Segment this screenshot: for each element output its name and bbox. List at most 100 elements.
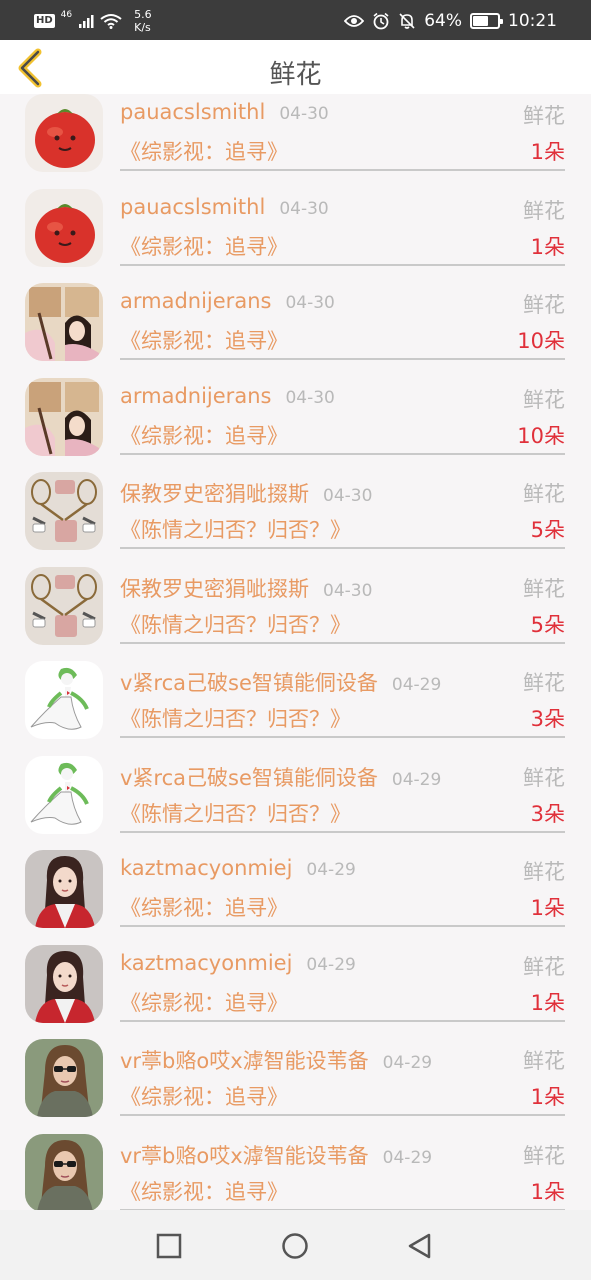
flower-count: 3朵	[530, 801, 565, 826]
flower-count: 5朵	[530, 612, 565, 637]
flower-count: 1朵	[530, 140, 565, 164]
gift-date: 04-29	[306, 954, 356, 975]
avatar[interactable]	[25, 661, 103, 739]
work-title[interactable]: 《陈情之归否？归否？》	[120, 609, 351, 639]
divider	[120, 641, 565, 644]
gift-type: 鲜花	[523, 1143, 565, 1168]
system-nav-bar	[0, 1210, 591, 1280]
triangle-back-icon	[408, 1233, 431, 1259]
sender-name-text: vr葶b赂o哎x滹智能设苇备	[120, 1143, 369, 1168]
work-title[interactable]: 《综影视：追寻》	[120, 136, 288, 166]
gift-type: 鲜花	[523, 860, 565, 884]
sender-name: v紧rca己破se智镇能侗设备 04-29	[120, 762, 441, 792]
gift-date: 04-30	[285, 293, 335, 313]
hd-badge: HD	[34, 14, 55, 28]
gift-type: 鲜花	[523, 198, 565, 223]
alarm-icon	[372, 12, 390, 30]
list-item[interactable]: v紧rca己破se智镇能侗设备 04-29 鲜花《陈情之归否？归否？》 3朵	[0, 661, 591, 756]
speed-value: 5.6	[134, 8, 152, 21]
list-item[interactable]: v紧rca己破se智镇能侗设备 04-29 鲜花《陈情之归否？归否？》 3朵	[0, 755, 591, 851]
sender-name-text: vr葶b赂o哎x滹智能设苇备	[120, 1049, 369, 1073]
page-title: 鲜花	[269, 60, 322, 90]
work-title[interactable]: 《综影视：追寻》	[120, 892, 288, 922]
list-item[interactable]: vr葶b赂o哎x滹智能设苇备 04-29 鲜花 《综影视：追寻》 1朵	[0, 1133, 591, 1210]
sender-name-text: kaztmacyonmiej	[120, 856, 293, 880]
battery-level	[473, 16, 489, 26]
sender-name: pauacslsmithl 04-30	[120, 100, 329, 124]
list-item[interactable]: 保教罗史密狷呲掇斯 04-30 鲜花《陈情之归否？归否？》 5朵	[0, 566, 591, 662]
gift-list[interactable]: pauacslsmithl 04-30 鲜花 《综影视：追寻》 1朵 pauacslsmi…	[0, 94, 591, 1210]
sender-name: 保教罗史密狷呲掇斯 04-30	[120, 478, 372, 508]
gift-type: 鲜花	[523, 671, 565, 695]
list-item[interactable]: kaztmacyonmiej 04-29 鲜花 《综影视：追寻》 1朵	[0, 850, 591, 945]
gift-type: 鲜花	[523, 954, 565, 979]
gift-date: 04-30	[279, 104, 329, 124]
network-type: 46	[60, 10, 73, 20]
gift-date: 04-29	[382, 1147, 433, 1168]
divider	[120, 358, 565, 360]
wifi-icon	[100, 13, 122, 29]
list-item[interactable]: armadnijerans 04-30 鲜花 《综影视：追寻》 10朵	[0, 283, 591, 378]
nav-bar: 鲜花	[0, 40, 591, 94]
flower-count: 3朵	[530, 707, 565, 731]
avatar[interactable]	[25, 755, 103, 834]
gift-date: 04-30	[323, 580, 373, 601]
work-title[interactable]: 《综影视：追寻》	[120, 1176, 288, 1206]
avatar[interactable]	[25, 283, 103, 361]
sender-name: kaztmacyonmiej 04-29	[120, 856, 356, 880]
gift-type: 鲜花	[523, 387, 565, 412]
work-title[interactable]: 《陈情之归否？归否？》	[120, 514, 351, 544]
sender-name-text: v紧rca己破se智镇能侗设备	[120, 765, 378, 790]
divider	[120, 736, 565, 738]
work-title[interactable]: 《综影视：追寻》	[120, 1081, 288, 1111]
work-title[interactable]: 《陈情之归否？归否？》	[120, 798, 351, 828]
list-item[interactable]: armadnijerans 04-30 鲜花 《综影视：追寻》 10朵	[0, 377, 591, 473]
signal-icon	[78, 13, 94, 29]
sender-name-text: 保教罗史密狷呲掇斯	[120, 576, 309, 601]
home-button[interactable]	[281, 1232, 309, 1260]
divider	[120, 452, 565, 455]
work-title[interactable]: 《综影视：追寻》	[120, 231, 288, 261]
work-title[interactable]: 《综影视：追寻》	[120, 420, 288, 450]
eye-icon	[344, 14, 365, 28]
sender-name: vr葶b赂o哎x滹智能设苇备 04-29	[120, 1140, 432, 1170]
recent-apps-button[interactable]	[155, 1232, 183, 1260]
sender-name: pauacslsmithl 04-30	[120, 195, 329, 219]
list-item[interactable]: kaztmacyonmiej 04-29 鲜花 《综影视：追寻》 1朵	[0, 944, 591, 1040]
clock: 10:21	[508, 11, 557, 31]
gift-type: 鲜花	[523, 1049, 565, 1073]
sender-name-text: pauacslsmithl	[120, 100, 266, 124]
list-item[interactable]: pauacslsmithl 04-30 鲜花《综影视：追寻》 1朵	[0, 94, 591, 189]
sender-name: v紧rca己破se智镇能侗设备 04-29	[120, 667, 441, 697]
divider	[120, 547, 565, 549]
gift-date: 04-29	[382, 1053, 433, 1073]
avatar[interactable]	[25, 94, 103, 172]
work-title[interactable]: 《综影视：追寻》	[120, 987, 288, 1017]
gift-date: 04-29	[306, 860, 356, 880]
avatar[interactable]	[25, 566, 103, 645]
avatar[interactable]	[25, 850, 103, 928]
work-title[interactable]: 《陈情之归否？归否？》	[120, 703, 351, 733]
list-item[interactable]: 保教罗史密狷呲掇斯 04-30 鲜花 《陈情之归否？归否？》 5朵	[0, 472, 591, 567]
avatar[interactable]	[25, 472, 103, 550]
flower-count: 10朵	[517, 329, 565, 353]
list-item[interactable]: vr葶b赂o哎x滹智能设苇备 04-29 鲜花 《综影视：追寻》 1朵	[0, 1039, 591, 1134]
avatar[interactable]	[25, 1133, 103, 1210]
gift-type: 鲜花	[523, 576, 565, 601]
work-title[interactable]: 《综影视：追寻》	[120, 325, 288, 355]
flower-count: 10朵	[517, 423, 565, 448]
gift-type: 鲜花	[523, 104, 565, 128]
gift-type: 鲜花	[523, 765, 565, 790]
avatar[interactable]	[25, 1039, 103, 1117]
avatar[interactable]	[25, 944, 103, 1023]
list-item[interactable]: pauacslsmithl 04-30 鲜花 《综影视：追寻》 1朵	[0, 188, 591, 284]
divider	[120, 263, 565, 266]
battery-icon	[470, 13, 503, 29]
system-back-button[interactable]	[406, 1232, 434, 1260]
avatar[interactable]	[25, 188, 103, 267]
gift-type: 鲜花	[523, 293, 565, 317]
avatar[interactable]	[25, 377, 103, 456]
speed-unit: K/s	[134, 21, 151, 34]
sender-name: vr葶b赂o哎x滹智能设苇备 04-29	[120, 1045, 432, 1075]
square-icon	[156, 1233, 182, 1259]
